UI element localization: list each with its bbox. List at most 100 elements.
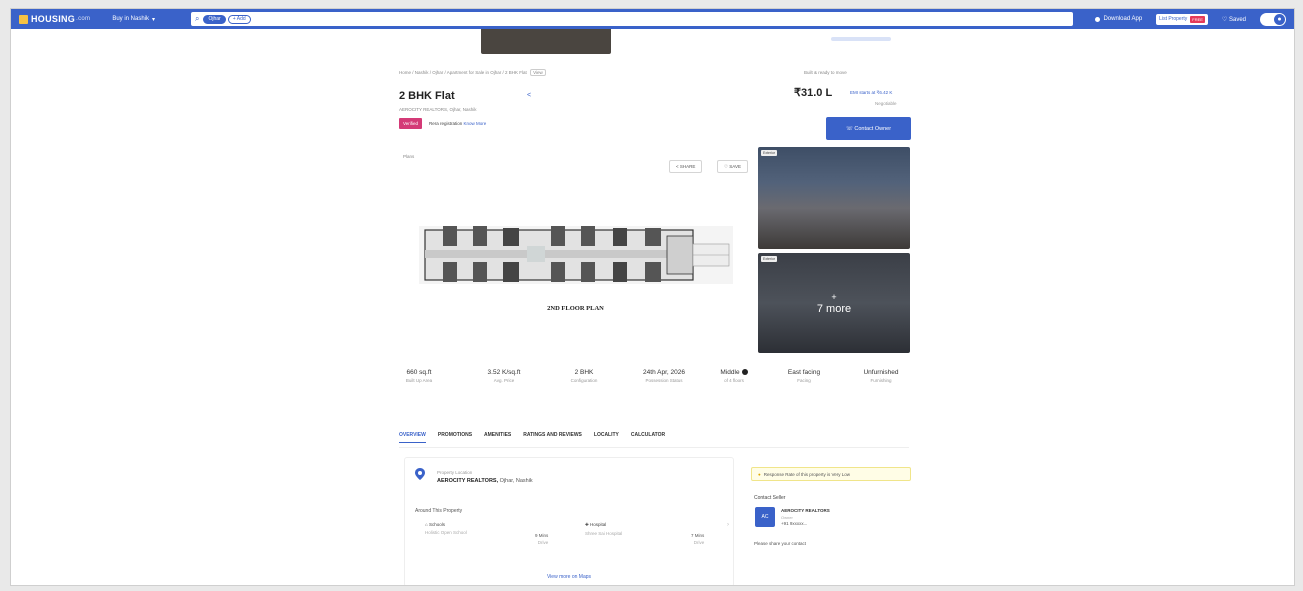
poi-hospital[interactable]: ✚ Hospital Shree Sai Hospital	[585, 522, 622, 536]
location-pin-icon	[415, 468, 425, 480]
contact-seller-heading: Contact Seller	[754, 495, 786, 501]
logo-suffix: .com	[76, 16, 91, 22]
listing-subtitle: AEROCITY REALTORS, Ojhar, Nashik	[399, 107, 477, 112]
saved-label: Saved	[1228, 16, 1246, 23]
stat-value: Middle	[720, 369, 740, 376]
plus-icon: +	[831, 291, 837, 302]
phone-icon: ☏	[845, 125, 855, 132]
stat-built-up-area: 660 sq.ft Built Up Area	[399, 369, 439, 384]
tabs-divider	[399, 447, 909, 448]
floor-plan-caption: 2ND FLOOR PLAN	[547, 305, 604, 312]
search-chip-add[interactable]: + Add	[227, 14, 251, 24]
gallery-category-label: Plans	[403, 154, 415, 159]
tab-promotions[interactable]: PROMOTIONS	[438, 432, 472, 443]
stat-value: 3.52 K/sq.ft	[487, 369, 521, 376]
contact-owner-label: Contact Owner	[854, 125, 892, 132]
share-contact-prompt: Please share your contact	[754, 541, 807, 546]
rera-know-more-link[interactable]: Know More	[464, 121, 487, 126]
response-rate-notice: ● Response Rate of this property is Very…	[751, 467, 911, 481]
rera-text: Rera registration	[429, 121, 463, 126]
heart-icon: ♡	[1221, 16, 1228, 23]
view-more-maps-link[interactable]: View more on Maps	[405, 574, 733, 580]
city-label: Buy in Nashik	[112, 16, 149, 22]
more-photos-label: 7 more	[816, 302, 852, 315]
stat-value: East facing	[787, 369, 821, 376]
list-property-label: List Property	[1159, 16, 1188, 22]
seller-avatar: AC	[755, 507, 775, 527]
previous-section-button	[831, 37, 891, 41]
section-tabs: OVERVIEW PROMOTIONS AMENITIES RATINGS AN…	[399, 432, 677, 443]
poi-detail: Shree Sai Hospital	[585, 531, 623, 536]
listing-price: ₹31.0 L	[794, 87, 833, 99]
stat-label: Furnishing	[870, 378, 892, 383]
overview-card: Property Location AEROCITY REALTORS, Ojh…	[404, 457, 734, 585]
city-selector[interactable]: Buy in Nashik ▾	[112, 16, 155, 23]
around-heading: Around This Property	[415, 508, 463, 514]
poi-school[interactable]: ⌂ Schools Holistic Open School	[425, 522, 467, 535]
user-avatar-icon: ●	[1274, 13, 1285, 25]
breadcrumb: Home / Nashik / Ojhar / Apartment for Sa…	[399, 69, 546, 76]
browser-frame: HOUSING .com Buy in Nashik ▾ ⌕ Ojhar + A…	[10, 8, 1295, 586]
location-name-text: AEROCITY REALTORS,	[437, 478, 499, 484]
saved-link[interactable]: ♡ Saved	[1222, 16, 1246, 23]
stat-value: 660 sq.ft	[406, 369, 432, 376]
stat-avg-price: 3.52 K/sq.ft Avg. Price	[479, 369, 529, 384]
location-caption: Property Location	[437, 470, 473, 475]
verified-badge: Verified	[399, 118, 423, 129]
stat-value: 2 BHK	[574, 369, 594, 376]
chevron-right-icon[interactable]: ›	[727, 522, 729, 528]
share-button[interactable]: < SHARE	[669, 160, 703, 173]
stat-label: Possession Status	[645, 378, 683, 383]
logo-mark-icon	[19, 14, 28, 24]
search-icon: ⌕	[195, 14, 200, 23]
search-chip-ojhar[interactable]: Ojhar	[203, 14, 226, 24]
tab-amenities[interactable]: AMENITIES	[484, 432, 511, 443]
notice-text: Response Rate of this property is Very L…	[763, 471, 851, 477]
phone-icon	[1095, 16, 1101, 22]
list-property-button[interactable]: List Property FREE	[1156, 13, 1208, 25]
emi-link[interactable]: EMI starts at ₹6.42 K	[850, 90, 892, 96]
stat-label: Built Up Area	[405, 378, 433, 383]
chevron-down-icon: ▾	[152, 16, 156, 23]
tab-ratings-reviews[interactable]: RATINGS AND REVIEWS	[523, 432, 582, 443]
main-gallery-image[interactable]: Plans < SHARE ♡ SAVE 2ND FLOOR PLAN	[399, 152, 752, 362]
breadcrumb-pill[interactable]: View	[530, 69, 546, 76]
page-content: Home / Nashik / Ojhar / Apartment for Sa…	[11, 29, 1294, 585]
download-app-link[interactable]: Download App	[1095, 16, 1142, 22]
save-button[interactable]: ♡ SAVE	[717, 160, 748, 173]
seller-subtitle: Owner	[781, 515, 793, 520]
stat-possession: 24th Apr, 2026 Possession Status	[631, 369, 697, 384]
breadcrumb-text[interactable]: Home / Nashik / Ojhar / Apartment for Sa…	[399, 70, 527, 75]
share-label: SHARE	[679, 164, 696, 169]
tab-overview[interactable]: OVERVIEW	[399, 432, 426, 443]
seller-name: AEROCITY REALTORS	[781, 508, 830, 513]
gallery-thumbnail-2[interactable]: Exterior + 7 more	[758, 253, 910, 353]
share-icon[interactable]: <	[527, 92, 531, 99]
poi-time-sub: Drive	[693, 540, 705, 545]
location-sub-text: Ojhar, Nashik	[499, 478, 533, 484]
stat-label: of 4 floors	[724, 378, 744, 383]
contact-owner-button[interactable]: ☏ Contact Owner	[826, 117, 911, 140]
built-tag: Built & ready to move	[804, 70, 847, 75]
price-subtext: Negotiable	[875, 101, 897, 106]
user-menu[interactable]: ●	[1260, 12, 1286, 26]
more-photos-overlay[interactable]: + 7 more	[758, 253, 910, 353]
search-bar[interactable]: ⌕ Ojhar + Add	[191, 12, 1073, 26]
property-stats: 660 sq.ft Built Up Area 3.52 K/sq.ft Avg…	[399, 369, 914, 401]
stat-label: Avg. Price	[493, 378, 515, 383]
poi-time: 7 Mins	[691, 533, 705, 538]
housing-logo[interactable]: HOUSING .com	[19, 14, 90, 24]
tab-calculator[interactable]: CALCULATOR	[631, 432, 665, 443]
poi-hospital-time: 7 Mins Drive	[691, 533, 704, 545]
tab-locality[interactable]: LOCALITY	[594, 432, 619, 443]
rera-info: Rera registration Know More	[429, 121, 486, 126]
gallery-thumbnail-1[interactable]: Exterior	[758, 147, 910, 249]
navbar-right: Download App List Property FREE ♡ Saved …	[1095, 12, 1286, 26]
logo-text: HOUSING	[31, 14, 76, 24]
location-name: AEROCITY REALTORS, Ojhar, Nashik	[437, 478, 533, 484]
stat-facing: East facing Facing	[779, 369, 829, 384]
poi-name: Schools	[428, 522, 445, 527]
poi-time-sub: Drive	[537, 540, 549, 545]
seller-phone[interactable]: +91 9xxxxx...	[781, 521, 807, 526]
poi-detail: Holistic Open School	[425, 530, 467, 535]
